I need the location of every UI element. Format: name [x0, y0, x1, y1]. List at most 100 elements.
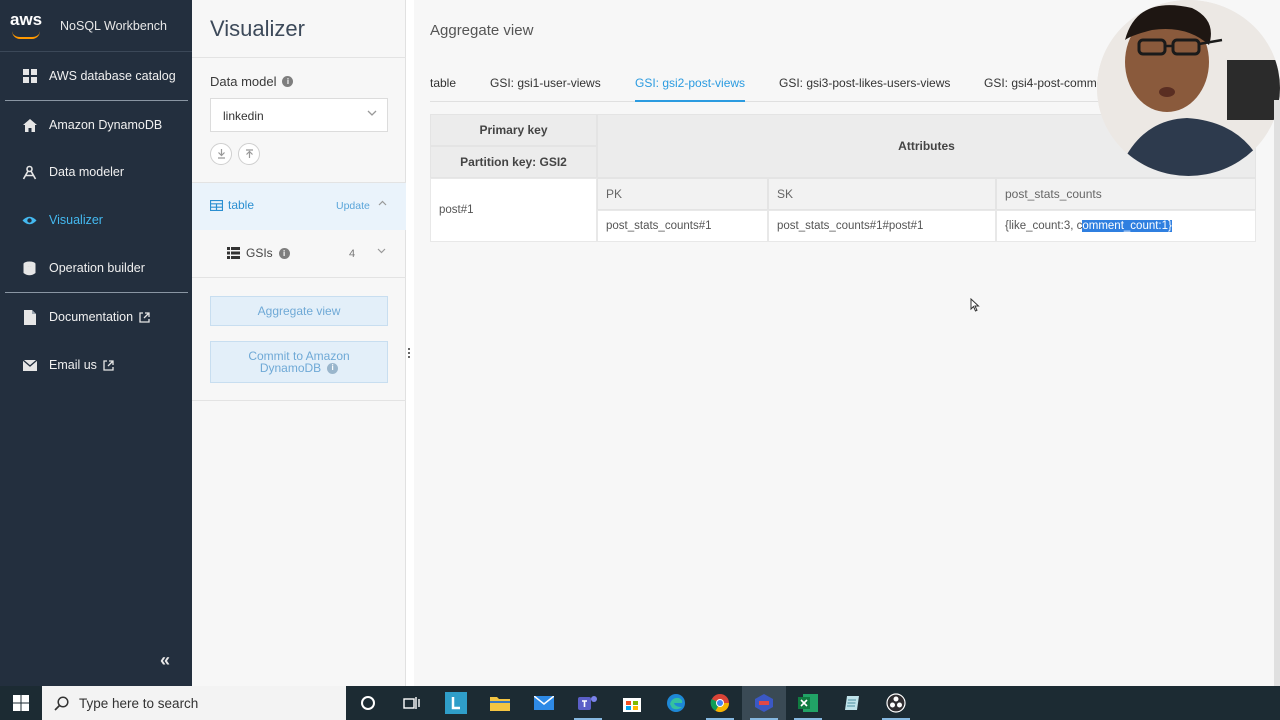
section-title: Aggregate view: [430, 22, 534, 39]
taskbar-nosql-workbench[interactable]: [742, 686, 786, 720]
cortana-icon: [361, 696, 375, 710]
taskbar-file-explorer[interactable]: [478, 686, 522, 720]
grid-icon: [22, 69, 37, 84]
partition-key-cell[interactable]: post#1: [430, 178, 597, 242]
gsis-label: GSIs i: [227, 246, 290, 260]
tab-table[interactable]: table: [430, 76, 456, 102]
info-icon[interactable]: i: [327, 362, 339, 374]
import-button[interactable]: [210, 143, 232, 165]
nav-label: Data modeler: [49, 165, 125, 179]
pk-value-cell[interactable]: post_stats_counts#1: [597, 210, 768, 242]
scrollbar[interactable]: [1274, 100, 1280, 686]
app-window: aws NoSQL Workbench AWS database catalog…: [0, 0, 1280, 686]
cortana-button[interactable]: [346, 686, 390, 720]
excel-icon: [798, 694, 818, 712]
windows-taskbar: Type here to search: [0, 686, 1280, 720]
table-item[interactable]: table Update: [192, 183, 406, 230]
page-title: Visualizer: [210, 16, 305, 41]
nav-label: Documentation: [49, 310, 134, 324]
primary-key-header: Primary key: [430, 114, 597, 146]
sk-value-cell[interactable]: post_stats_counts#1#post#1: [768, 210, 996, 242]
nav-item-database-catalog[interactable]: AWS database catalog: [0, 56, 192, 96]
nav-item-data-modeler[interactable]: Data modeler: [0, 152, 192, 192]
table-label-text: table: [228, 198, 255, 212]
nav-divider: [5, 292, 188, 293]
gsis-count: 4: [349, 248, 356, 260]
task-view-button[interactable]: [390, 686, 434, 720]
taskbar-chrome[interactable]: [698, 686, 742, 720]
data-model-label: Data model i: [210, 74, 294, 89]
nav-item-documentation[interactable]: Documentation: [0, 297, 192, 337]
export-button[interactable]: [238, 143, 260, 165]
gsis-label-text: GSIs: [246, 246, 273, 260]
chevron-down-icon[interactable]: [377, 248, 386, 254]
taskbar-store[interactable]: [610, 686, 654, 720]
data-model-select[interactable]: linkedin: [210, 98, 388, 132]
chevron-up-icon[interactable]: [378, 200, 387, 206]
taskbar-excel[interactable]: [786, 686, 830, 720]
aws-logo: aws: [10, 10, 46, 41]
table-label: table: [210, 198, 254, 212]
attribute-name-sk: SK: [768, 178, 996, 210]
letter-l-app-icon: [445, 692, 467, 714]
collapse-nav-button[interactable]: «: [160, 650, 170, 671]
taskbar-app-l[interactable]: [434, 686, 478, 720]
taskbar-edge[interactable]: [654, 686, 698, 720]
modeler-icon: [22, 165, 37, 180]
nav-label: Visualizer: [49, 213, 103, 227]
taskbar-notepad[interactable]: [830, 686, 874, 720]
attribute-name-pk: PK: [597, 178, 768, 210]
obs-icon: [886, 693, 906, 713]
commit-label-line2-wrap: DynamoDB i: [259, 361, 339, 375]
commit-to-dynamodb-button[interactable]: Commit to Amazon DynamoDB i: [210, 341, 388, 383]
taskbar-search[interactable]: Type here to search: [42, 686, 346, 720]
table-icon: [210, 199, 223, 211]
nav-label: Operation builder: [49, 261, 145, 275]
stats-value-cell[interactable]: {like_count:3, c omment_count:1}: [996, 210, 1256, 242]
mouse-cursor-icon: [970, 298, 980, 312]
workbench-icon: [755, 694, 773, 712]
tab-gsi2[interactable]: GSI: gsi2-post-views: [635, 76, 746, 102]
folder-icon: [490, 697, 510, 711]
data-model-label-text: Data model: [210, 74, 277, 89]
nav-label: Email us: [49, 358, 97, 372]
teams-icon: [578, 696, 597, 710]
panel-resize-handle[interactable]: [408, 348, 411, 358]
external-link-icon: [103, 359, 114, 371]
tab-gsi4[interactable]: GSI: gsi4-post-comme: [984, 76, 1103, 102]
taskbar-mail[interactable]: [522, 686, 566, 720]
taskbar-obs[interactable]: [874, 686, 918, 720]
selected-text: omment_count:1}: [1082, 220, 1172, 232]
nav-item-operation-builder[interactable]: Operation builder: [0, 248, 192, 288]
nav-item-visualizer[interactable]: Visualizer: [0, 200, 192, 240]
list-icon: [227, 247, 240, 259]
gsis-item[interactable]: GSIs i 4: [192, 230, 406, 277]
attribute-name-stats: post_stats_counts: [996, 178, 1256, 210]
tab-gsi1[interactable]: GSI: gsi1-user-views: [490, 76, 601, 102]
divider: [192, 57, 406, 58]
notepad-icon: [845, 696, 859, 710]
tab-gsi3[interactable]: GSI: gsi3-post-likes-users-views: [779, 76, 950, 102]
nav-label: Amazon DynamoDB: [49, 118, 163, 132]
aggregate-view-button[interactable]: Aggregate view: [210, 296, 388, 326]
divider: [192, 277, 406, 278]
mail-app-icon: [534, 696, 554, 710]
taskbar-teams[interactable]: [566, 686, 610, 720]
commit-label-line2: DynamoDB: [259, 361, 322, 375]
nav-divider: [5, 100, 188, 101]
upload-icon: [245, 149, 253, 158]
update-link[interactable]: Update: [336, 200, 370, 212]
task-view-icon: [403, 697, 420, 709]
aws-smile-icon: [12, 31, 40, 39]
start-button[interactable]: [0, 686, 42, 720]
info-icon[interactable]: i: [278, 247, 290, 259]
chrome-icon: [710, 694, 729, 713]
data-model-value: linkedin: [223, 109, 264, 123]
nav-item-dynamodb[interactable]: Amazon DynamoDB: [0, 105, 192, 145]
presenter-webcam-image: [1097, 0, 1280, 176]
left-nav: aws NoSQL Workbench AWS database catalog…: [0, 0, 192, 686]
nav-item-email[interactable]: Email us: [0, 345, 192, 385]
info-icon[interactable]: i: [282, 76, 294, 87]
document-icon: [22, 309, 37, 325]
download-icon: [217, 149, 225, 159]
